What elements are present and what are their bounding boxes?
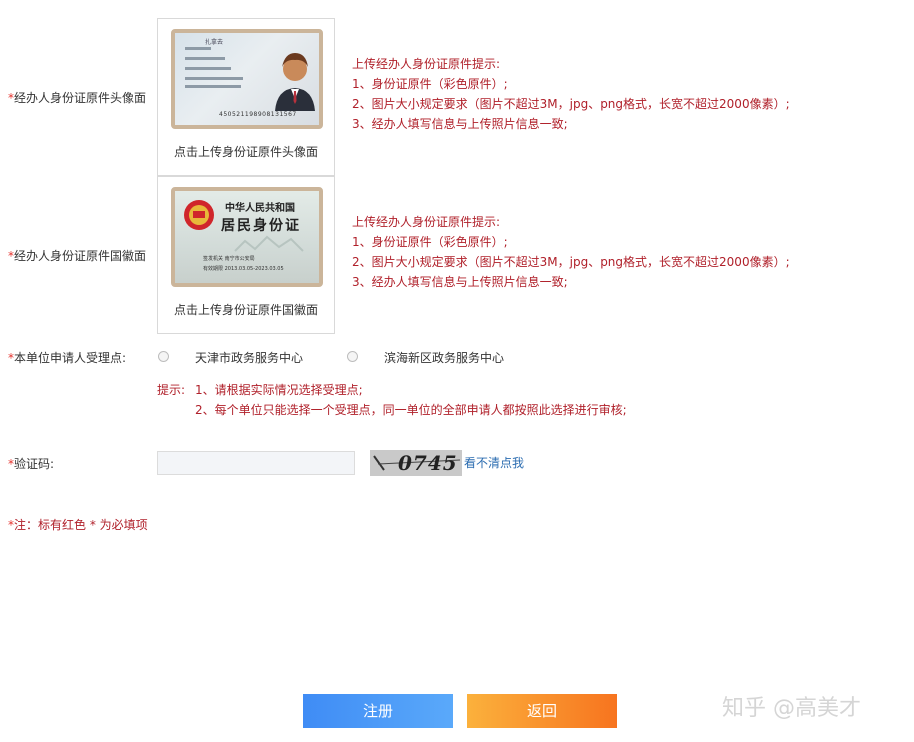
watermark: 知乎 @高美才 xyxy=(722,696,861,721)
hint-line: 1、身份证原件（彩色原件）; xyxy=(352,235,508,249)
head-upload-caption: 点击上传身份证原件头像面 xyxy=(173,145,318,159)
required-note: *注：标有红色 * 为必填项 xyxy=(8,518,148,532)
register-button[interactable]: 注册 xyxy=(303,694,453,728)
captcha-refresh-link[interactable]: 看不清点我 xyxy=(464,454,524,471)
hint-line: 上传经办人身份证原件提示: xyxy=(352,215,501,229)
radio-binhai-label[interactable]: 滨海新区政务服务中心 xyxy=(384,349,504,366)
hint-line: 上传经办人身份证原件提示: xyxy=(352,57,501,71)
captcha-input[interactable] xyxy=(157,451,355,475)
hint-line: 2、图片大小规定要求（图片不超过3M，jpg、png格式，长宽不超过2000像素… xyxy=(352,97,790,111)
head-upload-hint: 上传经办人身份证原件提示: 1、身份证原件（彩色原件）; 2、图片大小规定要求（… xyxy=(352,54,790,134)
radio-binhai[interactable] xyxy=(347,351,358,362)
head-upload-label: *经办人身份证原件头像面 xyxy=(8,91,147,105)
captcha-text: 0745 xyxy=(398,451,458,475)
card-issuer: 签发机关 南宁市公安局 xyxy=(203,256,255,262)
head-upload-box[interactable]: 扎拿去 450521198908131567 点击上传身份证原件头像面 xyxy=(157,18,335,176)
emblem-upload-hint: 上传经办人身份证原件提示: 1、身份证原件（彩色原件）; 2、图片大小规定要求（… xyxy=(352,212,790,292)
captcha-label: *验证码: xyxy=(8,457,55,471)
card-title-id: 居民身份证 xyxy=(221,218,301,234)
card-validity: 有效期限 2013.03.05-2023.03.05 xyxy=(203,266,284,272)
acceptance-tip: 1、请根据实际情况选择受理点; 2、每个单位只能选择一个受理点，同一单位的全部申… xyxy=(195,380,627,420)
hint-line: 1、身份证原件（彩色原件）; xyxy=(352,77,508,91)
back-button[interactable]: 返回 xyxy=(467,694,617,728)
tip-line: 1、请根据实际情况选择受理点; xyxy=(195,383,363,397)
id-card-front-image: 扎拿去 450521198908131567 xyxy=(171,29,323,129)
emblem-upload-caption: 点击上传身份证原件国徽面 xyxy=(173,303,318,317)
radio-tianjin[interactable] xyxy=(158,351,169,362)
card-name: 扎拿去 xyxy=(205,39,224,46)
hint-line: 2、图片大小规定要求（图片不超过3M，jpg、png格式，长宽不超过2000像素… xyxy=(352,255,790,269)
acceptance-tip-prefix: 提示: xyxy=(157,383,186,397)
card-number: 450521198908131567 xyxy=(219,111,297,118)
hint-line: 3、经办人填写信息与上传照片信息一致; xyxy=(352,117,568,131)
id-card-back-image: 中华人民共和国 居民身份证 签发机关 南宁市公安局 有效期限 2013.03.0… xyxy=(171,187,323,287)
emblem-upload-label: *经办人身份证原件国徽面 xyxy=(8,249,147,263)
captcha-image[interactable]: 0745 xyxy=(370,450,462,476)
tip-line: 2、每个单位只能选择一个受理点，同一单位的全部申请人都按照此选择进行审核; xyxy=(195,403,627,417)
card-title-country: 中华人民共和国 xyxy=(225,203,295,214)
hint-line: 3、经办人填写信息与上传照片信息一致; xyxy=(352,275,568,289)
acceptance-label: *本单位申请人受理点: xyxy=(8,351,127,365)
emblem-upload-box[interactable]: 中华人民共和国 居民身份证 签发机关 南宁市公安局 有效期限 2013.03.0… xyxy=(157,176,335,334)
radio-tianjin-label[interactable]: 天津市政务服务中心 xyxy=(195,349,303,366)
